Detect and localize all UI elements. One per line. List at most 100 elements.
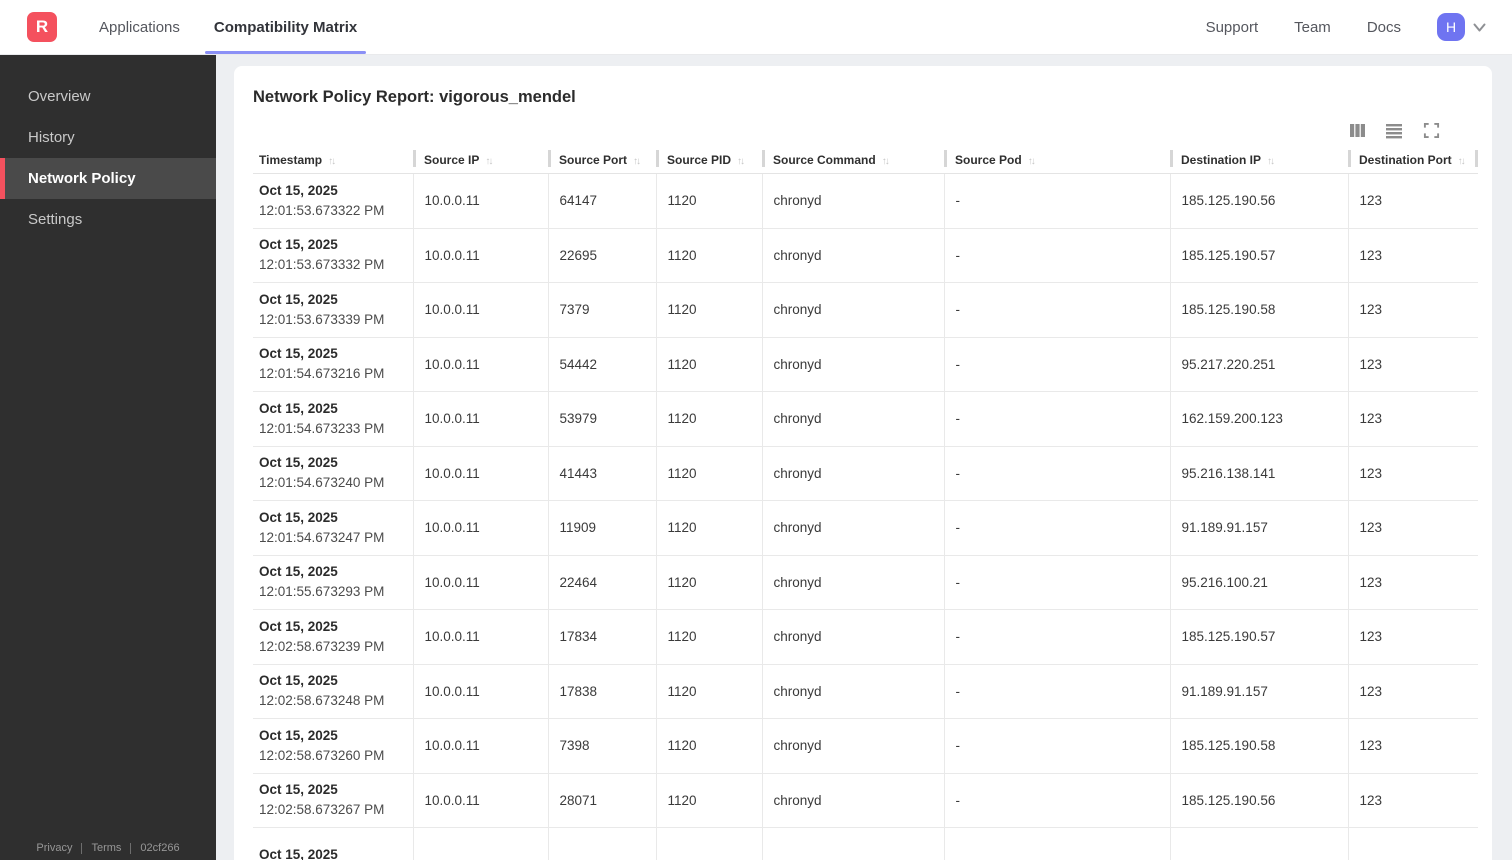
- cell-source-pod: [943, 827, 1170, 860]
- timestamp-time: 12:01:53.673339 PM: [259, 311, 385, 327]
- timestamp-time: 12:01:54.673216 PM: [259, 366, 385, 382]
- table-row: Oct 15, 2025 12:01:54.673240 PM 10.0.0.11 4…: [253, 446, 1478, 501]
- cell-source-pid: 1120: [655, 446, 762, 501]
- nav-tabs: Applications Compatibility Matrix: [90, 0, 382, 54]
- sidebar-item-settings[interactable]: Settings: [0, 199, 216, 240]
- expand-icon[interactable]: [1422, 121, 1440, 139]
- sidebar-item-history[interactable]: History: [0, 117, 216, 158]
- cell-source-pid: 1120: [655, 228, 762, 283]
- column-header[interactable]: Source IP ↑↓: [413, 148, 548, 174]
- sort-icon[interactable]: ↑↓: [882, 156, 890, 167]
- table-row: Oct 15, 2025 12:01:54.673247 PM 10.0.0.11 1…: [253, 500, 1478, 556]
- column-header-label: Source Pod: [955, 153, 1022, 167]
- column-header[interactable]: Source Port ↑↓: [548, 148, 656, 174]
- table-row: Oct 15, 2025 12:02:58.673267 PM 10.0.0.11 2…: [253, 773, 1478, 828]
- cell-source-command: chronyd: [761, 282, 944, 338]
- main-area: Network Policy Report: vigorous_mendel T…: [216, 55, 1512, 860]
- timestamp-cell: Oct 15, 2025 12:02:58.673248 PM: [253, 664, 413, 719]
- cell-dest-ip: 185.125.190.56: [1169, 173, 1348, 229]
- cell-source-port: [547, 827, 656, 860]
- cell-dest-port: 123: [1347, 391, 1478, 447]
- column-header[interactable]: Destination IP ↑↓: [1170, 148, 1348, 174]
- columns-icon[interactable]: [1348, 121, 1366, 139]
- sort-icon[interactable]: ↑↓: [737, 156, 745, 167]
- column-header[interactable]: Source Command ↑↓: [762, 148, 944, 174]
- table-row: Oct 15, 2025 12:01:53.673332 PM 10.0.0.11 2…: [253, 228, 1478, 283]
- privacy-link[interactable]: Privacy: [36, 842, 72, 854]
- timestamp-cell: Oct 15, 2025 12:01:54.673216 PM: [253, 337, 413, 392]
- cell-dest-ip: 95.216.138.141: [1169, 446, 1348, 501]
- timestamp-time: 12:01:53.673322 PM: [259, 202, 385, 218]
- timestamp-date: Oct 15, 2025: [259, 509, 338, 525]
- cell-source-port: 64147: [547, 173, 656, 229]
- timestamp-date: Oct 15, 2025: [259, 400, 338, 416]
- nav-link-docs[interactable]: Docs: [1367, 19, 1401, 36]
- avatar[interactable]: H: [1437, 13, 1465, 41]
- table-toolbar: [253, 121, 1478, 139]
- cell-source-pod: -: [943, 391, 1170, 447]
- timestamp-cell: Oct 15, 2025 12:02:58.673260 PM: [253, 718, 413, 774]
- column-header[interactable]: Destination Port ↑↓: [1348, 148, 1478, 174]
- sort-icon[interactable]: ↑↓: [328, 156, 336, 167]
- cell-dest-ip: 185.125.190.56: [1169, 773, 1348, 828]
- cell-source-port: 7379: [547, 282, 656, 338]
- timestamp-cell: Oct 15, 2025: [253, 827, 413, 860]
- nav-link-team[interactable]: Team: [1294, 19, 1331, 36]
- timestamp-date: Oct 15, 2025: [259, 564, 338, 580]
- sort-icon[interactable]: ↑↓: [1267, 156, 1275, 167]
- top-navigation: R Applications Compatibility Matrix Supp…: [0, 0, 1512, 55]
- cell-dest-ip: 185.125.190.58: [1169, 718, 1348, 774]
- chevron-down-icon[interactable]: [1472, 20, 1487, 35]
- table-row: Oct 15, 2025 12:01:53.673339 PM 10.0.0.11 7…: [253, 282, 1478, 338]
- sidebar-item-network-policy[interactable]: Network Policy: [0, 158, 216, 199]
- cell-source-command: [761, 827, 944, 860]
- cell-source-port: 22464: [547, 555, 656, 610]
- cell-source-pid: 1120: [655, 337, 762, 392]
- cell-dest-ip: [1169, 827, 1348, 860]
- column-header-label: Destination Port: [1359, 153, 1452, 167]
- timestamp-time: 12:01:54.673247 PM: [259, 529, 385, 545]
- rows-icon[interactable]: [1385, 121, 1403, 139]
- column-header-label: Source Port: [559, 153, 628, 167]
- app-logo[interactable]: R: [27, 12, 57, 42]
- timestamp-cell: Oct 15, 2025 12:02:58.673239 PM: [253, 609, 413, 665]
- cell-source-pid: 1120: [655, 282, 762, 338]
- cell-dest-port: 123: [1347, 718, 1478, 774]
- timestamp-time: 12:02:58.673267 PM: [259, 802, 385, 818]
- sort-icon[interactable]: ↑↓: [485, 156, 493, 167]
- version-label: 02cf266: [140, 842, 180, 854]
- column-header[interactable]: Source PID ↑↓: [656, 148, 762, 174]
- user-menu[interactable]: H: [1437, 13, 1487, 41]
- nav-link-support[interactable]: Support: [1206, 19, 1259, 36]
- footer-divider: [81, 842, 83, 854]
- cell-source-port: 17838: [547, 664, 656, 719]
- cell-source-port: 17834: [547, 609, 656, 665]
- cell-dest-port: 123: [1347, 228, 1478, 283]
- page-title: Network Policy Report: vigorous_mendel: [253, 88, 576, 106]
- timestamp-time: 12:02:58.673239 PM: [259, 638, 385, 654]
- cell-source-port: 53979: [547, 391, 656, 447]
- timestamp-date: Oct 15, 2025: [259, 291, 338, 307]
- table-row: Oct 15, 2025 12:01:54.673216 PM 10.0.0.11 5…: [253, 337, 1478, 392]
- sort-icon[interactable]: ↑↓: [1458, 156, 1466, 167]
- column-header[interactable]: Source Pod ↑↓: [944, 148, 1170, 174]
- cell-dest-ip: 91.189.91.157: [1169, 500, 1348, 556]
- sort-icon[interactable]: ↑↓: [633, 156, 641, 167]
- timestamp-time: 12:01:53.673332 PM: [259, 257, 385, 273]
- tab-compatibility-matrix[interactable]: Compatibility Matrix: [204, 0, 367, 54]
- sidebar-item-overview[interactable]: Overview: [0, 76, 216, 117]
- cell-source-ip: 10.0.0.11: [412, 555, 548, 610]
- cell-source-port: 7398: [547, 718, 656, 774]
- cell-source-command: chronyd: [761, 609, 944, 665]
- table-row: Oct 15, 2025 12:02:58.673239 PM 10.0.0.11 1…: [253, 609, 1478, 665]
- table-row: Oct 15, 2025 12:01:54.673233 PM 10.0.0.11 5…: [253, 391, 1478, 447]
- cell-dest-ip: 91.189.91.157: [1169, 664, 1348, 719]
- timestamp-date: Oct 15, 2025: [259, 727, 338, 743]
- sort-icon[interactable]: ↑↓: [1028, 156, 1036, 167]
- timestamp-time: 12:02:58.673260 PM: [259, 747, 385, 763]
- terms-link[interactable]: Terms: [91, 842, 121, 854]
- tab-applications[interactable]: Applications: [90, 0, 189, 54]
- column-header[interactable]: Timestamp ↑↓: [253, 148, 413, 174]
- timestamp-time: 12:01:55.673293 PM: [259, 584, 385, 600]
- cell-dest-port: 123: [1347, 173, 1478, 229]
